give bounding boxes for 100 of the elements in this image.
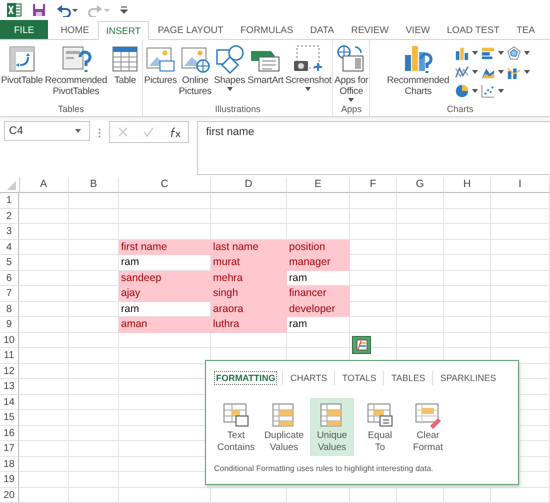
row-header[interactable]: 12	[0, 364, 19, 379]
formatting-option[interactable]: Equal To	[358, 398, 402, 456]
row-header[interactable]: 19	[0, 472, 19, 488]
table-cell	[491, 224, 550, 240]
caret-icon	[498, 70, 504, 74]
row-header[interactable]: 8	[0, 302, 19, 317]
table-cell	[19, 441, 69, 456]
save-icon[interactable]	[32, 3, 46, 17]
ribbon-tab[interactable]: INSERT	[98, 21, 150, 40]
row-header[interactable]: 1	[0, 193, 19, 208]
table-cell: araora	[211, 302, 287, 317]
clear-format-icon	[414, 402, 442, 430]
radar-chart-icon	[507, 46, 522, 60]
table-cell	[397, 317, 444, 332]
table-cell	[444, 488, 491, 503]
table-cell: murat	[211, 255, 287, 270]
ribbon-button[interactable]: PivotTable	[1, 43, 43, 104]
analysis-tab[interactable]: TOTALS	[340, 371, 378, 385]
row-header[interactable]: 4	[0, 240, 19, 255]
formula-field[interactable]: first name	[197, 121, 550, 175]
insert-function-icon[interactable]	[168, 126, 180, 138]
row-header[interactable]: 3	[0, 224, 19, 240]
row-header[interactable]: 16	[0, 426, 19, 441]
column-header[interactable]: F	[350, 177, 397, 193]
caret-icon	[524, 50, 530, 54]
drag-handle-icon[interactable]	[98, 128, 101, 138]
ribbon-button[interactable]: Pictures	[144, 43, 177, 104]
row-header[interactable]: 10	[0, 332, 19, 348]
row-header[interactable]: 7	[0, 286, 19, 302]
row-header[interactable]: 2	[0, 208, 19, 224]
analysis-tab[interactable]: SPARKLINES	[438, 371, 498, 385]
column-header[interactable]: D	[211, 177, 287, 193]
quick-analysis-button[interactable]	[352, 336, 371, 354]
row-header[interactable]: 20	[0, 488, 19, 503]
caret-icon	[472, 70, 478, 74]
table-cell	[350, 240, 397, 255]
row-header[interactable]: 17	[0, 441, 19, 456]
ribbon-button[interactable]: Recommended Charts	[387, 43, 450, 104]
column-header[interactable]: C	[119, 177, 211, 193]
analysis-tab[interactable]: TABLES	[389, 371, 428, 385]
line-chart-icon	[455, 64, 470, 78]
table-cell	[491, 193, 550, 208]
ribbon-button[interactable]: Online Pictures	[178, 43, 212, 104]
column-header[interactable]: A	[19, 177, 69, 193]
row-header[interactable]: 13	[0, 379, 19, 394]
column-header[interactable]: H	[444, 177, 491, 193]
scatter-chart-icon	[481, 84, 496, 98]
table-cell	[19, 317, 69, 332]
table-cell	[287, 488, 350, 503]
ribbon-tab[interactable]: HOME	[52, 20, 98, 39]
ribbon-button[interactable]: SmartArt	[248, 43, 284, 104]
table-cell	[69, 456, 119, 472]
table-cell	[19, 426, 69, 441]
undo-icon[interactable]	[56, 3, 78, 17]
table-cell	[397, 224, 444, 240]
column-header[interactable]: G	[397, 177, 444, 193]
ribbon-tab[interactable]: VIEW	[397, 20, 438, 39]
ribbon-button[interactable]: Screenshot	[285, 43, 332, 104]
table-cell	[491, 332, 550, 348]
table-cell	[69, 208, 119, 224]
row-header[interactable]: 6	[0, 270, 19, 286]
formatting-option[interactable]: Clear Format	[406, 398, 450, 456]
ribbon-button[interactable]: Table	[109, 43, 142, 104]
table-cell	[19, 286, 69, 302]
table-cell	[444, 240, 491, 255]
caret-icon	[472, 88, 478, 92]
row-header[interactable]: 5	[0, 255, 19, 270]
table-cell	[69, 332, 119, 348]
row-header[interactable]: 18	[0, 456, 19, 472]
ribbon-tab[interactable]: LOAD TEST	[438, 20, 508, 39]
ribbon-tab[interactable]: DATA	[302, 20, 343, 39]
formatting-option[interactable]: Duplicate Values	[262, 398, 306, 456]
formatting-option[interactable]: Text Contains	[214, 398, 258, 456]
table-cell	[350, 302, 397, 317]
column-header[interactable]: E	[287, 177, 350, 193]
row-header[interactable]: 9	[0, 317, 19, 332]
row-header[interactable]: 11	[0, 348, 19, 364]
customize-toolbar-icon[interactable]	[120, 5, 128, 15]
table-cell	[491, 240, 550, 255]
ribbon-tab[interactable]: REVIEW	[342, 20, 398, 39]
ribbon-tab[interactable]: TEA	[508, 20, 536, 39]
table-cell: financer	[287, 286, 350, 302]
analysis-tab[interactable]: CHARTS	[288, 371, 330, 385]
table-cell: first name	[119, 240, 211, 255]
table-cell	[444, 255, 491, 270]
ribbon-button[interactable]: Recommended PivotTables	[44, 43, 108, 104]
ribbon-button[interactable]: Apps for Office	[334, 43, 368, 104]
name-box[interactable]: C4	[4, 121, 90, 141]
file-tab[interactable]: FILE	[0, 20, 48, 39]
formatting-option[interactable]: Unique Values	[310, 398, 354, 456]
ribbon-tab[interactable]: PAGE LAYOUT	[149, 20, 232, 39]
table-cell	[19, 270, 69, 286]
column-header[interactable]: B	[69, 177, 119, 193]
analysis-tab[interactable]: FORMATTING	[214, 371, 278, 385]
table-cell: sandeep	[119, 270, 211, 286]
row-header[interactable]: 14	[0, 394, 19, 410]
column-header[interactable]: I	[491, 177, 550, 193]
ribbon-button[interactable]: Shapes	[214, 43, 246, 104]
row-header[interactable]: 15	[0, 410, 19, 426]
ribbon-tab[interactable]: FORMULAS	[232, 20, 302, 39]
